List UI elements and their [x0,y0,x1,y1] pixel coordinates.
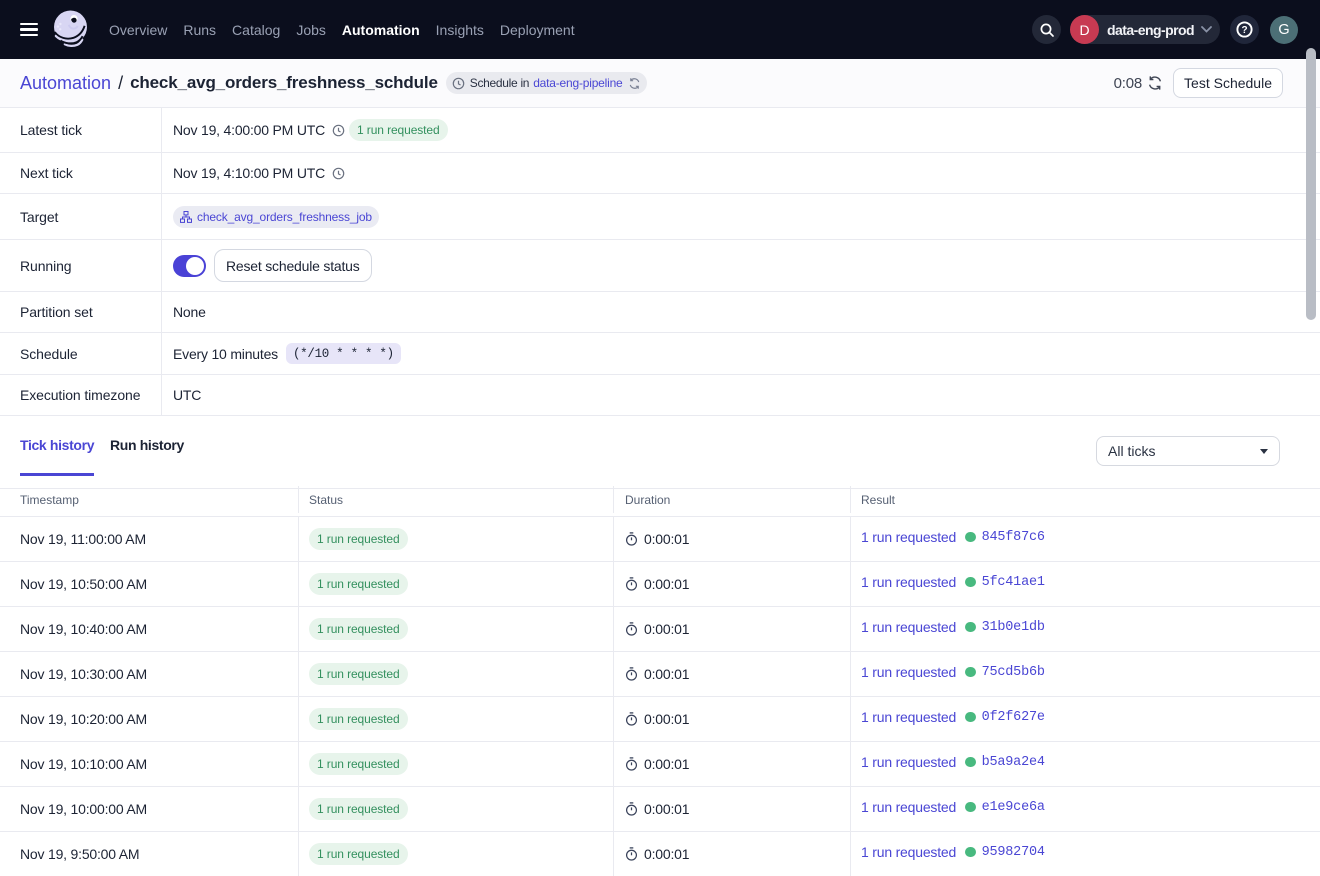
svg-text:?: ? [1241,25,1247,36]
